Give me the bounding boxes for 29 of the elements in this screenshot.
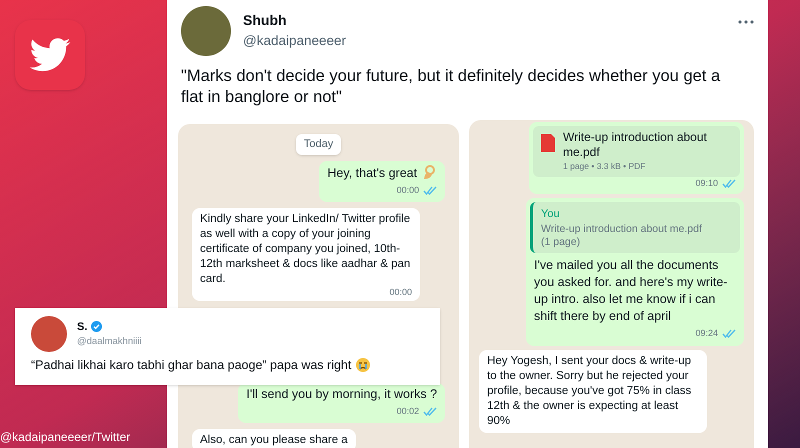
pdf-file-icon [541,134,555,152]
message-time: 09:24 [695,327,718,340]
message-text: I've mailed you all the documents you asked for. and here's my write-up intro. also let me know if i can shift there by end of april [534,258,728,324]
more-options-icon[interactable] [738,20,754,24]
message-text: Also, can you please share a [200,434,348,446]
user-handle: @kadaipaneeeer [243,32,348,50]
tweet-text: "Marks don't decide your future, but it definitely decides whether you get a flat in banglore or not" [181,66,722,108]
quote-text: Write-up introduction about me.pdf (1 page) [541,223,703,250]
avatar [181,6,231,56]
user-name: S. [77,320,88,335]
message-text: Kindly share your LinkedIn/ Twitter profile as well with a copy of your joining certificate of company you joined, 10th-12th marksheet & docs like aadhar & pan card. [200,212,410,284]
date-label: Today [296,134,342,154]
tweet-text: “Padhai likhai karo tabhi ghar bana paoge” papa was right [31,357,352,374]
crying-face-icon [355,357,372,374]
file-name: Write-up introduction about me.pdf [563,130,708,160]
quote-author: You [541,207,561,222]
bird-icon [29,38,71,72]
message-text: Hey Yogesh, I sent your docs & write-up to the owner. Sorry but he rejected your profile, because you've got 75% in class 12th & the owner is expecting at least 90% [487,355,692,428]
message-text: Hey, that's great [327,166,418,180]
avatar [31,316,67,352]
message-time: 00:00 [396,184,420,196]
message-time: 09:10 [695,176,718,190]
user-name: Shubh [243,11,288,30]
message-text: I'll send you by morning, it works ? [246,387,438,401]
file-details: 1 page • 3.3 kB • PDF [563,160,646,173]
image-credit: @kadaipaneeeer/Twitter [0,429,130,446]
user-handle: @daalmakhniiii [77,335,142,350]
message-time: 00:00 [389,286,412,296]
message-time: 00:02 [396,405,420,418]
